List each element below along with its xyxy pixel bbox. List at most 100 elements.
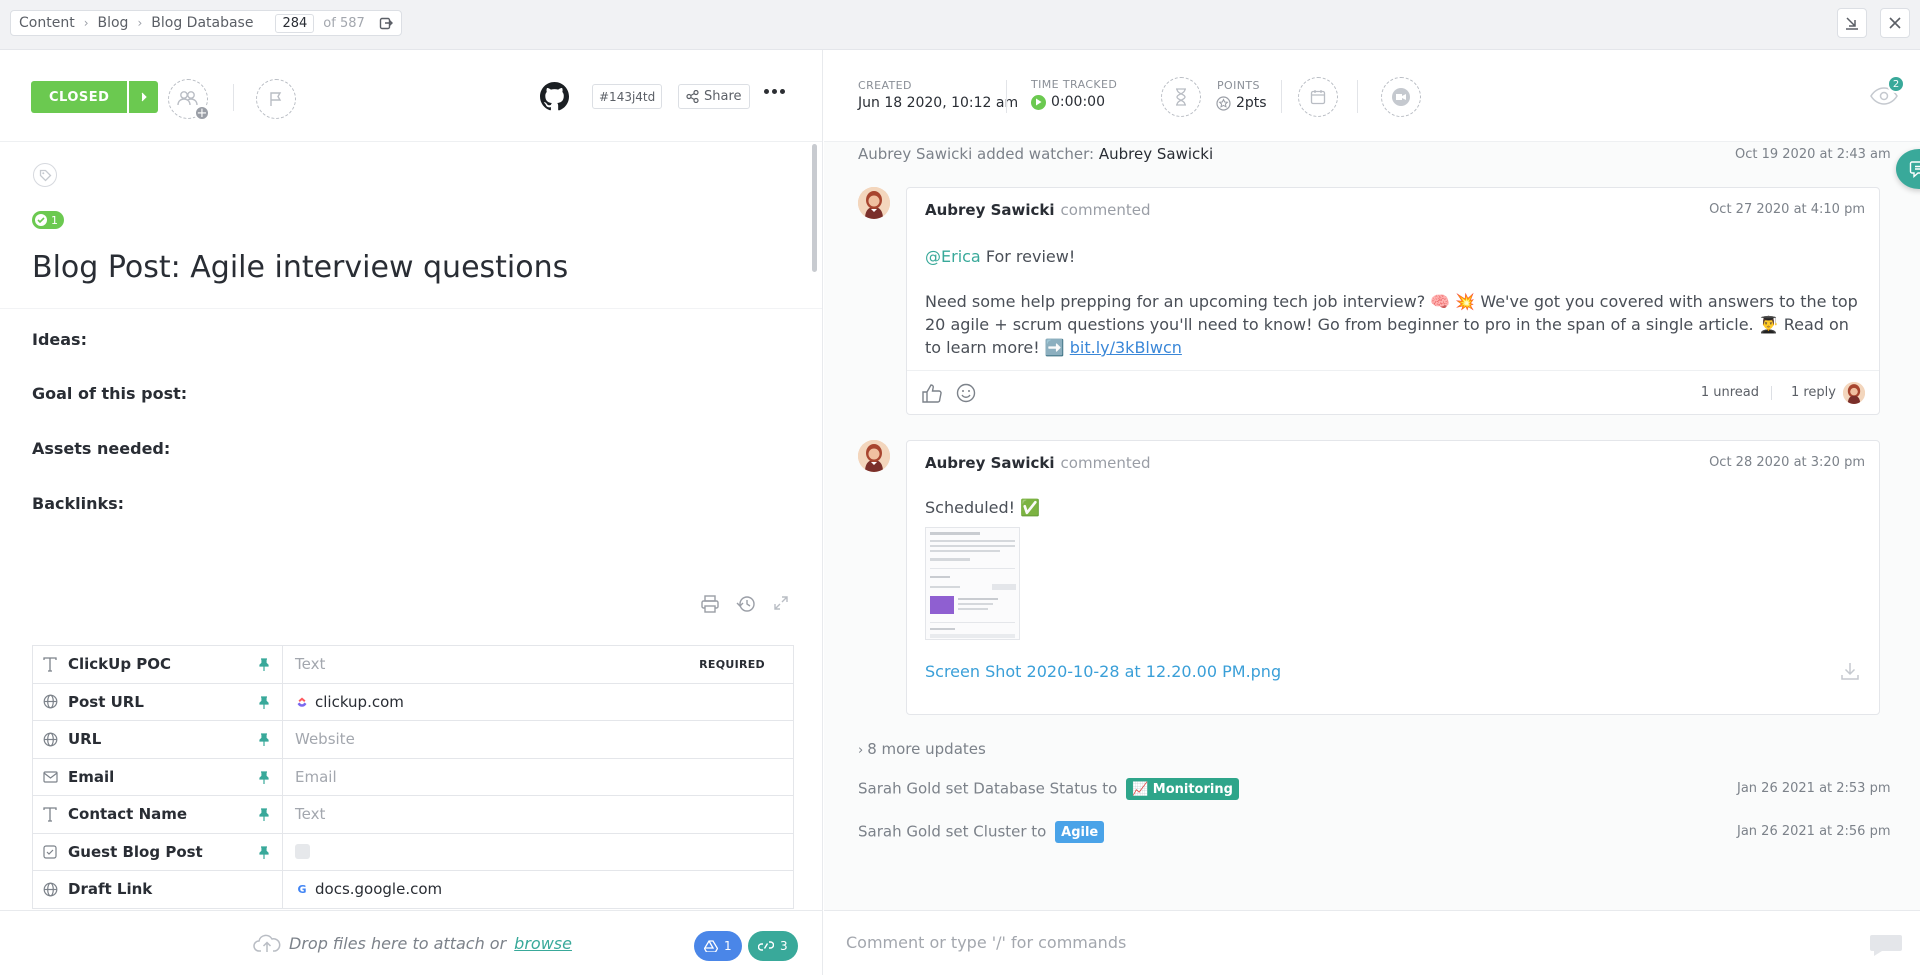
attachment-dropzone[interactable]: Drop files here to attach or browse 1 3 xyxy=(0,910,823,975)
expand-icon[interactable] xyxy=(773,595,789,611)
pin-icon[interactable] xyxy=(259,733,269,746)
scrollbar[interactable] xyxy=(812,144,817,272)
reply-count[interactable]: 1 reply xyxy=(1791,385,1836,400)
hourglass-icon[interactable] xyxy=(1161,77,1201,117)
more-updates-label: 8 more updates xyxy=(867,740,986,758)
status-button[interactable]: CLOSED xyxy=(31,81,159,113)
play-icon[interactable] xyxy=(1031,94,1046,110)
share-button[interactable]: Share xyxy=(678,84,750,109)
video-record-icon[interactable] xyxy=(1381,77,1421,117)
custom-field-row: Guest Blog Post xyxy=(33,833,793,871)
status-label[interactable]: CLOSED xyxy=(31,81,128,113)
description-goal[interactable]: Goal of this post: xyxy=(32,384,187,403)
pin-icon[interactable] xyxy=(259,658,269,671)
comment-author[interactable]: Aubrey Sawicki xyxy=(925,201,1055,219)
field-name: Contact Name xyxy=(68,805,188,824)
browse-link[interactable]: browse xyxy=(514,934,572,953)
like-icon[interactable] xyxy=(921,382,943,404)
drop-area[interactable]: Drop files here to attach or browse xyxy=(253,933,572,953)
copy-link-icon[interactable] xyxy=(379,16,393,30)
description-ideas[interactable]: Ideas: xyxy=(32,330,87,349)
plus-icon: + xyxy=(194,105,210,121)
tag-icon[interactable] xyxy=(33,163,57,187)
task-id[interactable]: #143j4td xyxy=(592,84,663,109)
activity-watcher-added: Aubrey Sawicki added watcher: Aubrey Saw… xyxy=(858,145,1213,163)
field-placeholder: Text xyxy=(295,805,326,824)
field-value-input[interactable]: Text REQUIRED xyxy=(283,646,793,683)
field-value-input[interactable]: Text xyxy=(283,796,793,833)
links-count: 3 xyxy=(780,939,788,953)
avatar[interactable] xyxy=(858,187,890,219)
google-favicon-icon: G xyxy=(297,882,307,896)
time-tracker[interactable]: 0:00:00 xyxy=(1031,94,1105,110)
description-backlinks[interactable]: Backlinks: xyxy=(32,494,124,513)
unread-count[interactable]: 1 unread xyxy=(1701,385,1759,400)
description-assets[interactable]: Assets needed: xyxy=(32,439,170,458)
drive-count: 1 xyxy=(724,939,732,953)
task-title[interactable]: Blog Post: Agile interview questions xyxy=(32,250,568,285)
github-icon[interactable] xyxy=(540,82,569,111)
guest-blog-checkbox[interactable] xyxy=(295,844,310,860)
mention-link[interactable]: @Erica xyxy=(925,247,981,266)
comment-input[interactable]: Comment or type '/' for commands xyxy=(846,933,1126,952)
cluster-badge: Agile xyxy=(1055,821,1105,843)
comment-text: For review! xyxy=(985,247,1076,266)
field-name: Draft Link xyxy=(68,880,153,899)
divider xyxy=(1771,386,1772,400)
cloud-upload-icon xyxy=(253,934,281,952)
avatar[interactable] xyxy=(858,440,890,472)
chevron-right-icon: › xyxy=(137,16,143,30)
points-icon xyxy=(1216,95,1231,111)
send-comment-icon[interactable] xyxy=(1868,932,1904,958)
breadcrumb-blog-database[interactable]: Blog Database xyxy=(151,15,253,31)
custom-field-row: URL Website xyxy=(33,721,793,759)
pin-icon[interactable] xyxy=(259,770,269,784)
activity-time: Jan 26 2021 at 2:56 pm xyxy=(1737,824,1891,839)
field-value-input[interactable]: Website xyxy=(283,721,793,758)
chat-toggle-icon[interactable] xyxy=(1896,149,1920,189)
watchers-count: 2 xyxy=(1887,75,1905,93)
pin-icon[interactable] xyxy=(259,845,269,859)
text-icon xyxy=(42,656,58,672)
close-button[interactable] xyxy=(1880,8,1910,38)
divider xyxy=(1281,80,1282,113)
task-meta-bar: CREATED Jun 18 2020, 10:12 am TIME TRACK… xyxy=(824,50,1920,142)
download-icon[interactable] xyxy=(1839,660,1861,682)
comment-text: Need some help prepping for an upcoming … xyxy=(925,292,1858,357)
field-value-link[interactable]: clickup.com xyxy=(283,684,793,721)
screenshot-thumbnail[interactable] xyxy=(925,527,1020,640)
print-icon[interactable] xyxy=(700,595,720,613)
history-icon[interactable] xyxy=(736,595,756,613)
activity-text: Sarah Gold set Cluster to xyxy=(858,822,1047,841)
custom-field-row: Email Email xyxy=(33,758,793,796)
more-updates-toggle[interactable]: › 8 more updates xyxy=(858,740,986,758)
activity-cluster-change: Sarah Gold set Cluster to Agile xyxy=(858,821,1105,843)
breadcrumb-content[interactable]: Content xyxy=(19,15,75,31)
field-value: clickup.com xyxy=(315,692,404,711)
created-value: Jun 18 2020, 10:12 am xyxy=(858,95,1019,111)
pin-icon[interactable] xyxy=(259,808,269,821)
comment-author[interactable]: Aubrey Sawicki xyxy=(925,454,1055,472)
more-options-icon[interactable] xyxy=(764,89,785,94)
next-status-icon[interactable] xyxy=(129,81,159,113)
priority-flag-icon[interactable] xyxy=(256,79,296,119)
field-value-input[interactable]: Email xyxy=(283,759,793,796)
comment-body: Need some help prepping for an upcoming … xyxy=(925,290,1865,359)
comment-link[interactable]: bit.ly/3kBlwcn xyxy=(1070,338,1182,357)
task-index[interactable]: 284 xyxy=(275,13,315,33)
google-drive-button[interactable]: 1 xyxy=(694,931,742,961)
points-field[interactable]: 2pts xyxy=(1216,95,1267,111)
field-value-link[interactable]: G docs.google.com xyxy=(283,871,793,908)
link-icon xyxy=(758,941,774,951)
task-toolbar: CLOSED + #143j4td Share xyxy=(0,50,822,142)
attachment-filename[interactable]: Screen Shot 2020-10-28 at 12.20.00 PM.pn… xyxy=(925,662,1281,681)
links-button[interactable]: 3 xyxy=(748,931,798,961)
emoji-reaction-icon[interactable] xyxy=(955,382,977,404)
calendar-icon[interactable] xyxy=(1298,77,1338,117)
pin-icon[interactable] xyxy=(259,695,269,709)
subtask-badge[interactable]: 1 xyxy=(32,211,64,229)
drop-text: Drop files here to attach or xyxy=(289,933,507,953)
minimize-button[interactable] xyxy=(1837,8,1867,38)
breadcrumb-blog[interactable]: Blog xyxy=(98,15,129,31)
assignees-add-icon[interactable]: + xyxy=(168,79,210,121)
